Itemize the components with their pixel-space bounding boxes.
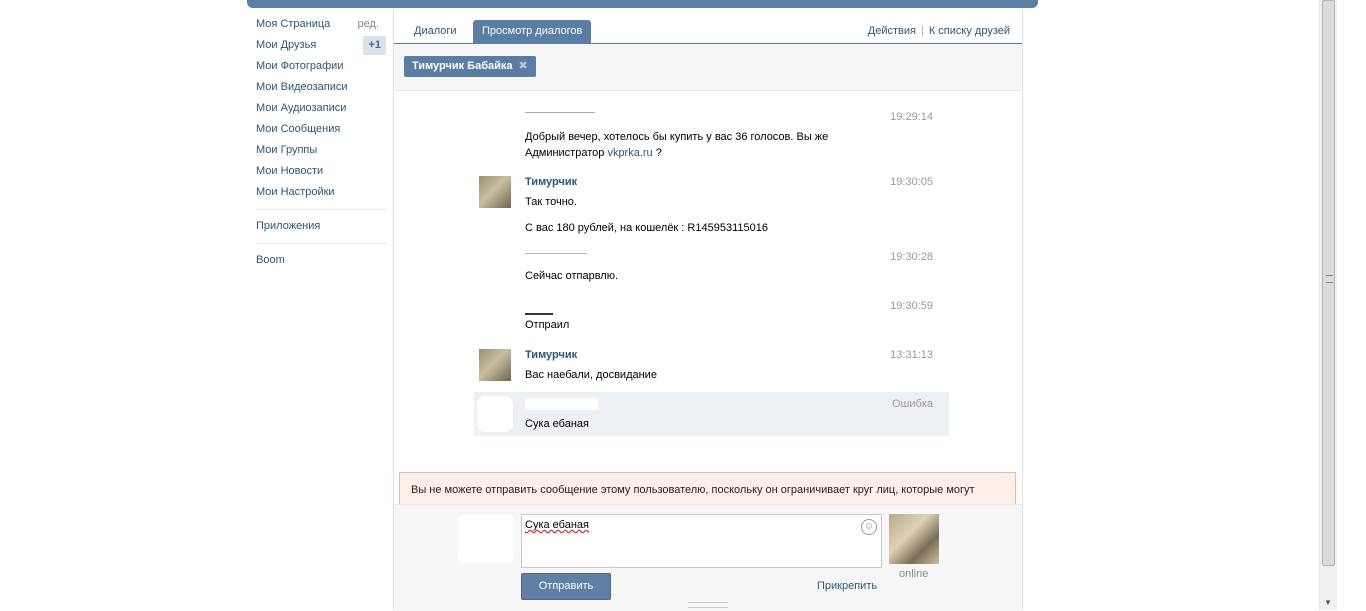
- message-line: ?: [655, 147, 662, 159]
- message-item: Тимурчик 13:31:13 Вас наебали, досвидани…: [474, 349, 949, 389]
- message-author[interactable]: Тимурчик: [525, 176, 577, 188]
- menu-item-settings: Мои Настройки: [247, 182, 387, 203]
- close-icon[interactable]: ✖: [519, 56, 528, 77]
- message-text: Так точно.: [525, 196, 577, 208]
- menu-divider: [256, 243, 387, 244]
- menu-item-groups: Мои Группы: [247, 140, 387, 161]
- grip-icon: [1326, 275, 1333, 283]
- menu-item-messages: Мои Сообщения: [247, 119, 387, 140]
- menu-divider: [256, 209, 387, 210]
- menu-link-audio[interactable]: Мои Аудиозаписи: [247, 102, 346, 114]
- message-text: Сейчас отпарвлю.: [525, 270, 619, 282]
- menu-item-boom: Boom: [247, 250, 387, 271]
- avatar[interactable]: [479, 176, 511, 208]
- friends-count-badge[interactable]: +1: [363, 36, 386, 55]
- avatar[interactable]: [479, 349, 511, 381]
- message-time: 19:30:59: [890, 300, 933, 312]
- message-input-text: Сука ебаная: [525, 519, 589, 531]
- tab-dialogs[interactable]: Диалоги: [405, 20, 466, 43]
- message-text: Отпраил: [525, 319, 570, 331]
- my-avatar: [458, 515, 514, 563]
- message-author[interactable]: Тимурчик: [525, 349, 577, 361]
- tab-actions: Действия | К списку друзей: [868, 25, 1010, 37]
- online-status: online: [899, 568, 929, 580]
- menu-item-apps: Приложения: [247, 216, 387, 237]
- message-text: Сука ебаная: [525, 418, 589, 430]
- warning-text: Вы не можете отправить сообщение этому п…: [411, 484, 975, 496]
- redacted-author: [525, 398, 598, 410]
- menu-link-friends[interactable]: Мои Друзья: [247, 39, 316, 51]
- message-text: С вас 180 рублей, на кошелёк : R14595311…: [525, 222, 768, 234]
- message-time: 19:30:28: [890, 251, 933, 263]
- redacted-author: [525, 313, 553, 315]
- menu-item-photos: Мои Фотографии: [247, 56, 387, 77]
- message-text: Вас наебали, досвидание: [525, 369, 657, 381]
- site-link[interactable]: vkprka.ru: [607, 147, 652, 159]
- avatar: [477, 396, 513, 432]
- menu-link-settings[interactable]: Мои Настройки: [247, 186, 335, 198]
- top-header-bar: [247, 0, 1038, 8]
- message-input[interactable]: Сука ебаная ☺: [521, 514, 882, 568]
- menu-item-news: Мои Новости: [247, 161, 387, 182]
- message-error-status: Ошибка: [892, 398, 933, 410]
- vertical-scrollbar[interactable]: ▼: [1319, 0, 1337, 610]
- message-item: 19:30:28 Сейчас отпарвлю.: [474, 251, 949, 285]
- menu-link-boom[interactable]: Boom: [247, 254, 285, 266]
- menu-link-videos[interactable]: Мои Видеозаписи: [247, 81, 348, 93]
- friends-list-link[interactable]: К списку друзей: [929, 25, 1010, 37]
- menu-item-my-page: Моя Страница ред.: [247, 14, 387, 35]
- attach-link[interactable]: Прикрепить: [817, 580, 877, 592]
- menu-link-messages[interactable]: Мои Сообщения: [247, 123, 340, 135]
- send-button[interactable]: Отправить: [521, 573, 611, 600]
- edit-link[interactable]: ред.: [358, 14, 379, 35]
- filter-bar: Тимурчик Бабайка ✖: [394, 44, 1022, 91]
- menu-item-audio: Мои Аудиозаписи: [247, 98, 387, 119]
- tab-view-dialogs[interactable]: Просмотр диалогов: [473, 20, 592, 43]
- menu-link-photos[interactable]: Мои Фотографии: [247, 60, 343, 72]
- redacted-author: [525, 253, 587, 254]
- menu-link-my-page[interactable]: Моя Страница: [247, 18, 330, 30]
- menu-link-news[interactable]: Мои Новости: [247, 165, 323, 177]
- menu-item-videos: Мои Видеозаписи: [247, 77, 387, 98]
- message-time: 19:29:14: [890, 111, 933, 123]
- menu-item-friends: Мои Друзья +1: [247, 35, 387, 56]
- message-time: 13:31:13: [890, 349, 933, 361]
- message-item: Тимурчик 19:30:05 Так точно. С вас 180 р…: [474, 176, 949, 246]
- message-line: Администратор: [525, 147, 605, 159]
- resize-handle[interactable]: [688, 602, 728, 608]
- peer-avatar[interactable]: [889, 514, 939, 564]
- message-item: 19:29:14 Добрый вечер, хотелось бы купит…: [474, 111, 949, 163]
- actions-link[interactable]: Действия: [868, 25, 916, 37]
- message-line: Добрый вечер, хотелось бы купить у вас 3…: [525, 131, 829, 143]
- message-text: Добрый вечер, хотелось бы купить у вас 3…: [525, 129, 828, 161]
- left-menu: Моя Страница ред. Мои Друзья +1 Мои Фото…: [247, 14, 387, 271]
- scroll-down-icon[interactable]: ▼: [1324, 598, 1332, 607]
- menu-link-groups[interactable]: Мои Группы: [247, 144, 317, 156]
- redacted-author: [525, 112, 595, 113]
- failed-message-item: Ошибка Сука ебаная: [474, 392, 949, 436]
- dialogs-panel: Диалоги Просмотр диалогов Действия | К спи…: [393, 10, 1023, 611]
- warning-box: Вы не можете отправить сообщение этому п…: [399, 472, 1016, 506]
- scrollbar-thumb[interactable]: [1322, 0, 1335, 566]
- smiley-icon[interactable]: ☺: [861, 519, 877, 535]
- tab-bar: Диалоги Просмотр диалогов Действия | К спи…: [394, 10, 1022, 44]
- message-time: 19:30:05: [890, 176, 933, 188]
- filter-chip[interactable]: Тимурчик Бабайка ✖: [404, 56, 536, 77]
- compose-area: Сука ебаная ☺ Отправить Прикрепить onlin…: [394, 504, 1022, 611]
- filter-chip-label: Тимурчик Бабайка: [412, 60, 513, 72]
- message-item: 19:30:59 Отпраил: [474, 300, 949, 334]
- actions-separator: |: [920, 25, 924, 37]
- menu-link-apps[interactable]: Приложения: [247, 220, 320, 232]
